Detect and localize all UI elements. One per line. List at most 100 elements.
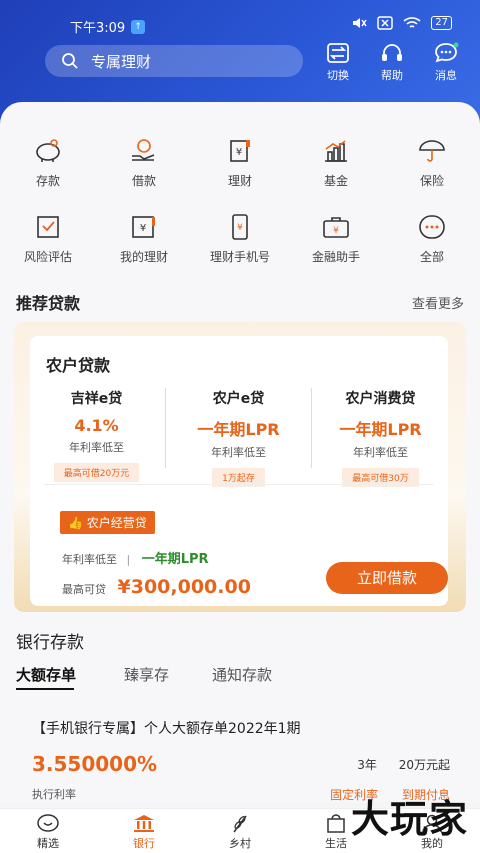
switch-label: 切换 — [327, 69, 349, 82]
status-icons: 27 — [351, 16, 452, 30]
menu-label: 基金 — [323, 174, 348, 188]
product-name: 农户消费贷 — [345, 391, 416, 407]
featured-rate-label: 年利率低至 — [62, 553, 117, 566]
tab-large-deposit[interactable]: 大额存单 — [16, 664, 76, 685]
featured-max: 最高可贷 ¥300,000.00 — [62, 576, 251, 598]
nav-label: 乡村 — [229, 837, 251, 850]
deposit-product-name[interactable]: 【手机银行专属】个人大额存单2022年1期 — [32, 718, 301, 738]
view-more-link[interactable]: 查看更多 — [412, 293, 464, 312]
divider — [311, 388, 312, 468]
headset-icon — [382, 44, 402, 61]
message-label: 消息 — [435, 69, 457, 82]
bar-chart-icon — [325, 140, 347, 162]
deposit-minimum: 20万元起 — [398, 758, 450, 772]
product-tag: 最高可借20万元 — [53, 463, 140, 482]
battery-icon: 27 — [431, 16, 452, 30]
loan-product-consumer[interactable]: 农户消费贷 一年期LPR 年利率低至 最高可借30万 — [318, 388, 443, 487]
product-rate-label: 年利率低至 — [211, 446, 266, 459]
svg-text:¥: ¥ — [333, 226, 339, 236]
wheat-icon — [233, 815, 247, 833]
menu-label: 理财 — [227, 174, 252, 188]
nav-item-village[interactable]: 乡村 — [192, 813, 288, 851]
menu-label: 金融助手 — [311, 250, 360, 264]
menu-item-loan[interactable]: 借款 — [96, 138, 192, 189]
divider — [165, 388, 166, 468]
deposits-section-title: 银行存款 — [16, 633, 84, 653]
separator: | — [126, 553, 131, 566]
featured-max-value: ¥300,000.00 — [117, 576, 251, 598]
menu-item-finance[interactable]: ¥ 理财 — [192, 138, 288, 189]
briefcase-icon: ¥ — [323, 217, 349, 238]
menu-item-my-finance[interactable]: ¥ 我的理财 — [96, 214, 192, 265]
deposit-terms: 3年 20万元起 — [357, 756, 450, 773]
nav-label: 生活 — [325, 837, 347, 850]
active-tab-indicator — [16, 688, 74, 690]
deposit-term: 3年 — [357, 758, 377, 772]
divider — [44, 484, 434, 485]
menu-label: 存款 — [35, 174, 60, 188]
time-text: 下午3:09 — [70, 21, 126, 36]
bank-icon — [134, 815, 154, 832]
tab-notice-deposit[interactable]: 通知存款 — [212, 664, 272, 685]
search-placeholder: 专属理财 — [91, 52, 152, 71]
help-label: 帮助 — [381, 69, 403, 82]
loan-card-inner: 农户贷款 吉祥e贷 4.1% 年利率低至 最高可借20万元 农户e贷 一年期LP… — [30, 336, 448, 606]
product-rate: 一年期LPR — [197, 420, 280, 439]
featured-badge: 👍 农户经营贷 — [60, 511, 155, 534]
finance-doc-icon: ¥ — [230, 140, 250, 162]
product-rate: 4.1% — [74, 416, 119, 435]
product-name: 吉祥e贷 — [70, 391, 123, 407]
status-time: 下午3:09 ↑ — [70, 17, 146, 36]
help-button[interactable]: 帮助 — [370, 42, 414, 83]
menu-label: 风险评估 — [23, 250, 72, 264]
search-icon — [62, 53, 78, 69]
switch-button[interactable]: 切换 — [316, 42, 360, 83]
notification-icon: ↑ — [131, 19, 146, 34]
featured-max-label: 最高可贷 — [62, 583, 106, 596]
my-finance-icon: ¥ — [132, 216, 155, 238]
tab-premium-deposit[interactable]: 臻享存 — [124, 664, 169, 685]
home-icon — [37, 814, 59, 832]
loan-product-jixiang[interactable]: 吉祥e贷 4.1% 年利率低至 最高可借20万元 — [34, 388, 159, 482]
loan-card: 农户贷款 吉祥e贷 4.1% 年利率低至 最高可借20万元 农户e贷 一年期LP… — [14, 322, 466, 612]
bag-icon — [327, 814, 345, 833]
svg-text:¥: ¥ — [236, 147, 242, 158]
menu-item-deposit[interactable]: 存款 — [0, 138, 96, 189]
menu-item-insurance[interactable]: 保险 — [384, 138, 480, 189]
status-bar: 下午3:09 ↑ 27 — [0, 14, 480, 38]
product-rate: 一年期LPR — [339, 420, 422, 439]
search-input[interactable]: 专属理财 — [45, 45, 303, 77]
watermark: 大玩家 — [350, 797, 468, 841]
svg-text:¥: ¥ — [140, 223, 146, 234]
deposit-rate: 3.550000% — [32, 752, 158, 776]
phone-icon: ¥ — [232, 214, 248, 240]
sim-icon — [377, 16, 394, 30]
nav-item-featured[interactable]: 精选 — [0, 813, 96, 851]
product-rate-label: 年利率低至 — [353, 446, 408, 459]
featured-rate-value: 一年期LPR — [141, 552, 209, 567]
nav-label: 银行 — [133, 837, 155, 850]
product-name: 农户e贷 — [212, 391, 265, 407]
menu-item-fund[interactable]: 基金 — [288, 138, 384, 189]
menu-item-phone[interactable]: ¥ 理财手机号 — [192, 214, 288, 265]
menu-label: 理财手机号 — [209, 250, 270, 264]
svg-text:¥: ¥ — [237, 223, 243, 233]
product-rate-label: 年利率低至 — [69, 441, 124, 454]
menu-label: 保险 — [419, 174, 444, 188]
borrow-now-button[interactable]: 立即借款 — [326, 562, 448, 594]
featured-rate: 年利率低至 | 一年期LPR — [62, 548, 209, 567]
nav-label: 精选 — [37, 837, 59, 850]
menu-item-risk[interactable]: 风险评估 — [0, 214, 96, 265]
hand-coin-icon — [132, 139, 155, 161]
mute-icon — [353, 18, 367, 28]
menu-item-all[interactable]: 全部 — [384, 214, 480, 265]
nav-item-bank[interactable]: 银行 — [96, 813, 192, 851]
loans-section-title: 推荐贷款 — [16, 294, 81, 313]
message-button[interactable]: 消息 — [424, 42, 468, 83]
menu-item-assistant[interactable]: ¥ 金融助手 — [288, 214, 384, 265]
wifi-icon — [403, 17, 421, 28]
featured-badge-text: 农户经营贷 — [86, 516, 147, 530]
menu-label: 全部 — [419, 250, 444, 264]
checklist-icon — [37, 216, 59, 238]
loan-product-farmer-e[interactable]: 农户e贷 一年期LPR 年利率低至 1万起存 — [176, 388, 301, 487]
